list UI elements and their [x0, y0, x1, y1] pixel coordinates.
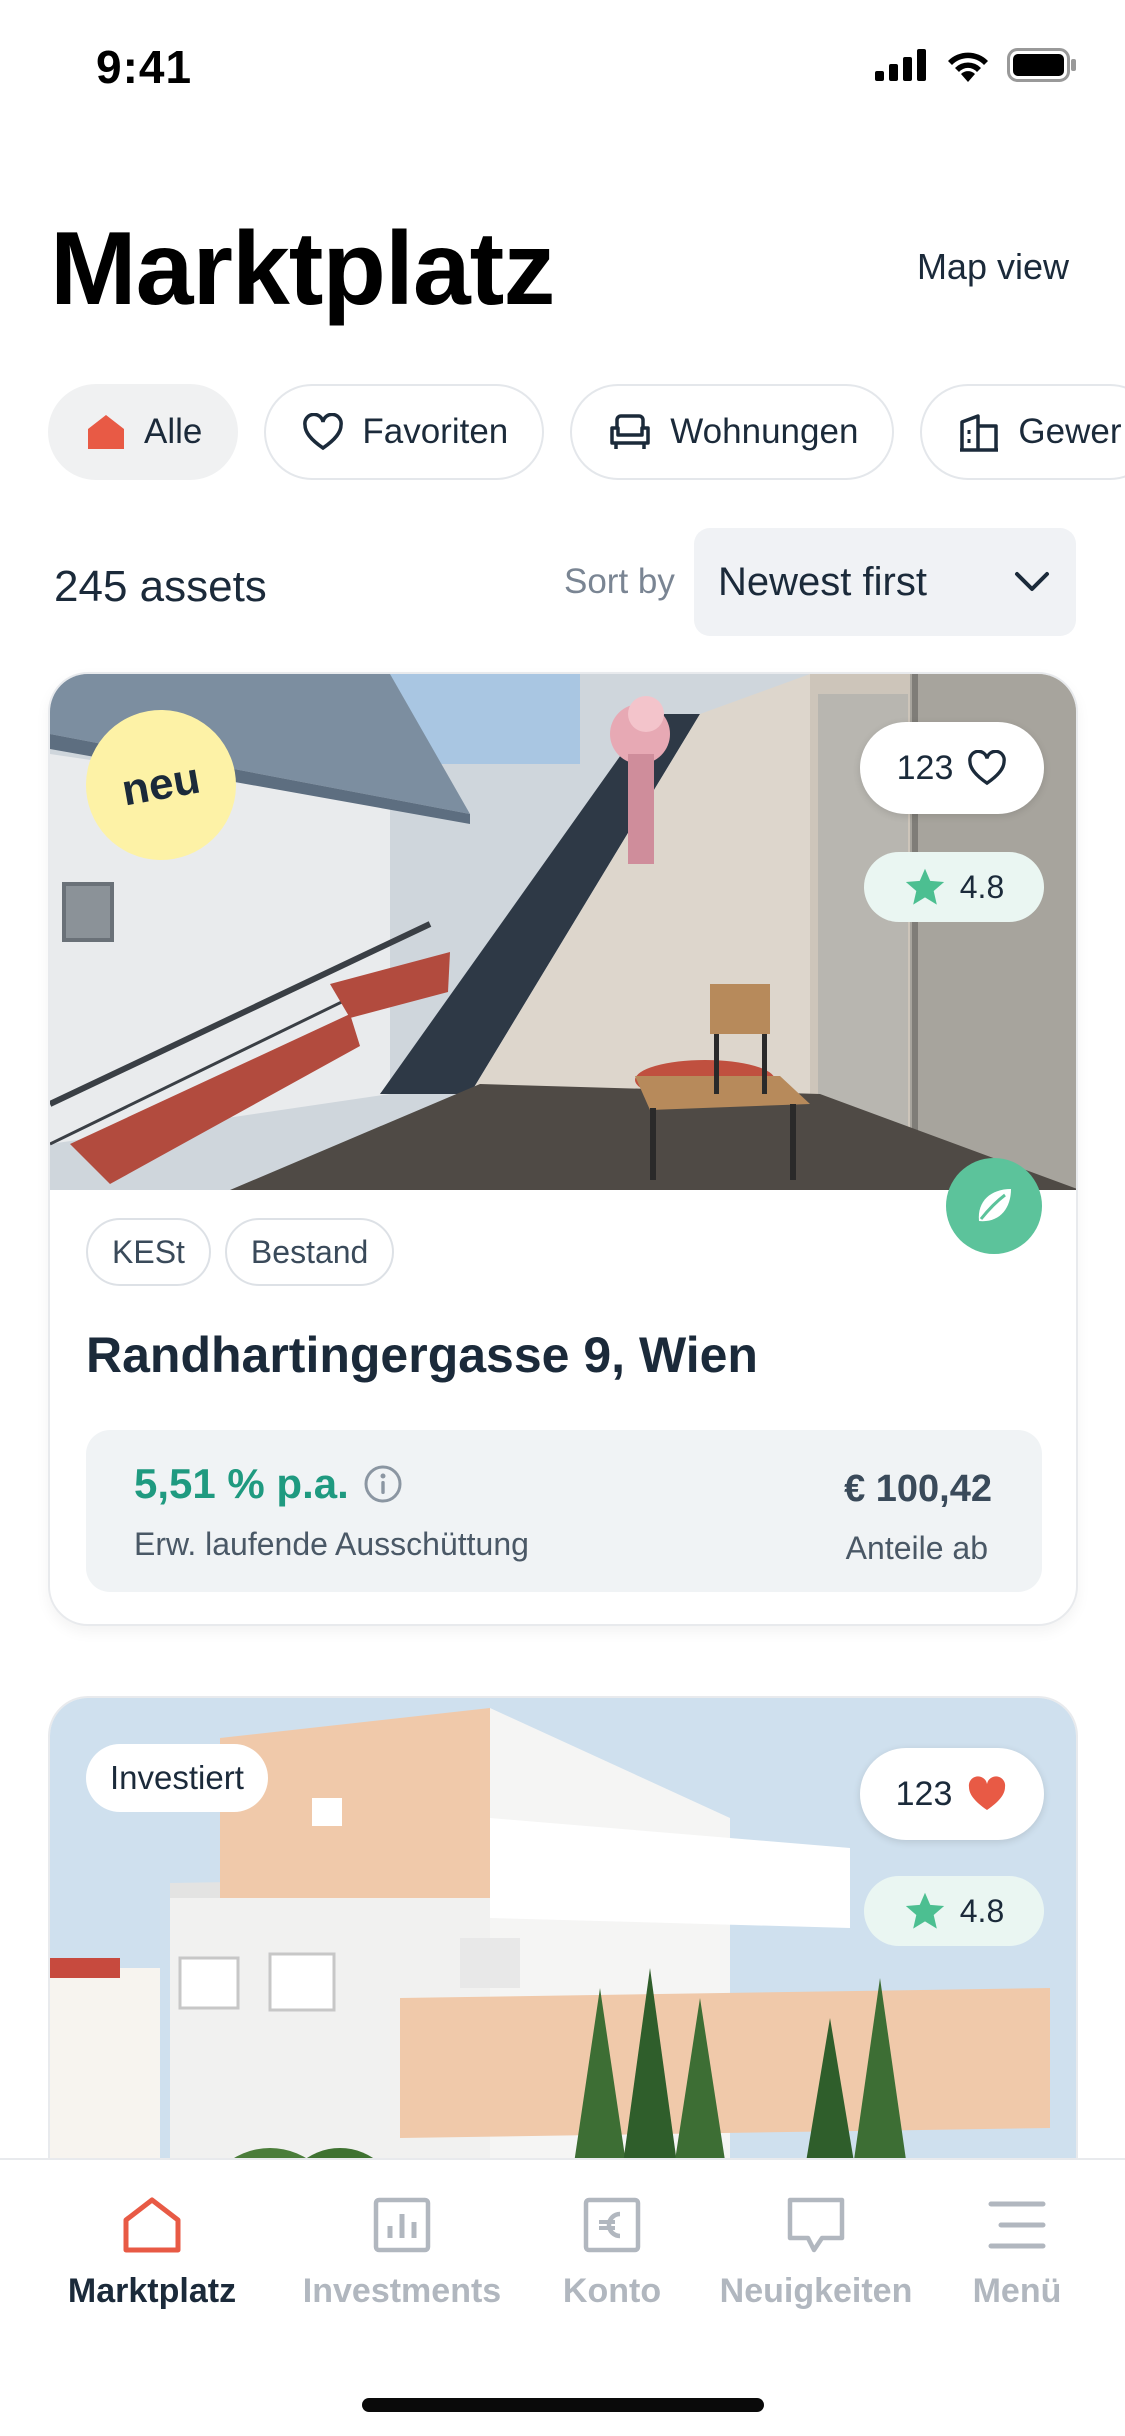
- sort-label: Sort by: [564, 562, 675, 601]
- map-view-button[interactable]: Map view: [917, 246, 1069, 288]
- share-price-caption: Anteile ab: [845, 1530, 988, 1566]
- nav-item-konto[interactable]: Konto: [560, 2196, 664, 2311]
- tag-list: KESt Bestand: [86, 1218, 395, 1286]
- heart-outline-icon: [303, 413, 344, 451]
- nav-label: Menü: [972, 2272, 1062, 2310]
- chevron-down-icon: [1015, 572, 1049, 591]
- filter-chip-label: Alle: [144, 412, 203, 451]
- filter-chip-favoriten[interactable]: Favoriten: [264, 384, 545, 480]
- armchair-icon: [610, 414, 651, 449]
- heart-filled-icon: [969, 1776, 1006, 1810]
- euro-icon: [583, 2197, 641, 2253]
- property-card[interactable]: neu 123 4.8 KESt Bestand Randhartingerga…: [48, 672, 1078, 1626]
- star-icon: [905, 868, 944, 905]
- favorite-button[interactable]: 123: [860, 722, 1044, 814]
- filter-chip-label: Gewer: [1018, 412, 1122, 451]
- sort-value: Newest first: [718, 559, 927, 604]
- house-icon: [88, 415, 124, 449]
- property-info-box: 5,51 % p.a. Erw. laufende Ausschüttung €…: [86, 1430, 1042, 1592]
- yield-value: 5,51 % p.a.: [134, 1460, 349, 1507]
- tag: KESt: [86, 1218, 211, 1286]
- cellular-signal-icon: [875, 49, 926, 81]
- like-count: 123: [895, 1774, 953, 1813]
- status-time: 9:41: [96, 41, 193, 93]
- bottom-navigation: Marktplatz Investments Konto Neuigkeiten…: [0, 2158, 1125, 2436]
- battery-icon: [1007, 48, 1076, 82]
- nav-item-marktplatz[interactable]: Marktplatz: [60, 2196, 244, 2311]
- favorite-button[interactable]: 123: [860, 1748, 1044, 1840]
- eco-badge: [946, 1158, 1042, 1254]
- share-price: € 100,42: [844, 1468, 992, 1510]
- nav-item-neuigkeiten[interactable]: Neuigkeiten: [716, 2196, 916, 2311]
- bar-chart-icon: [373, 2197, 431, 2253]
- filter-chip-wohnungen[interactable]: Wohnungen: [570, 384, 895, 480]
- nav-label: Investments: [302, 2272, 502, 2310]
- nav-item-menu[interactable]: Menü: [968, 2196, 1066, 2311]
- property-photo: neu 123 4.8: [50, 674, 1076, 1190]
- status-icons: [875, 48, 1077, 82]
- asset-count: 245 assets: [54, 562, 267, 611]
- star-icon: [905, 1892, 944, 1929]
- heart-outline-icon: [968, 750, 1007, 786]
- invested-badge: Investiert: [86, 1744, 268, 1812]
- yield-value-row: 5,51 % p.a.: [134, 1460, 403, 1508]
- rating-badge: 4.8: [864, 1876, 1044, 1946]
- sort-dropdown[interactable]: Newest first: [694, 528, 1076, 636]
- nav-label: Neuigkeiten: [719, 2272, 913, 2310]
- leaf-icon: [978, 1189, 1011, 1222]
- nav-item-investments[interactable]: Investments: [296, 2196, 508, 2311]
- tag: Bestand: [224, 1218, 395, 1286]
- nav-label: Konto: [562, 2272, 662, 2310]
- commercial-building-icon: [960, 414, 999, 452]
- filter-chip-alle[interactable]: Alle: [48, 384, 239, 480]
- wifi-icon: [948, 52, 988, 82]
- property-title: Randhartingergasse 9, Wien: [86, 1327, 758, 1383]
- status-bar: 9:41: [0, 0, 1125, 135]
- filter-chips: Alle Favoriten Wohnungen Gewer: [48, 384, 1125, 480]
- info-icon[interactable]: [363, 1464, 403, 1504]
- home-indicator: [362, 2398, 764, 2412]
- menu-icon: [988, 2201, 1046, 2249]
- rating-badge: 4.8: [864, 852, 1044, 922]
- rating-value: 4.8: [959, 1892, 1005, 1929]
- filter-chip-gewerbe[interactable]: Gewer: [920, 384, 1125, 480]
- page-title: Marktplatz: [50, 211, 555, 327]
- nav-label: Marktplatz: [67, 2272, 237, 2310]
- filter-chip-label: Favoriten: [362, 412, 509, 451]
- speech-bubble-icon: [787, 2197, 845, 2253]
- rating-value: 4.8: [959, 868, 1005, 905]
- like-count: 123: [896, 748, 954, 787]
- yield-caption: Erw. laufende Ausschüttung: [134, 1526, 529, 1562]
- house-icon: [123, 2197, 181, 2253]
- filter-chip-label: Wohnungen: [670, 412, 859, 451]
